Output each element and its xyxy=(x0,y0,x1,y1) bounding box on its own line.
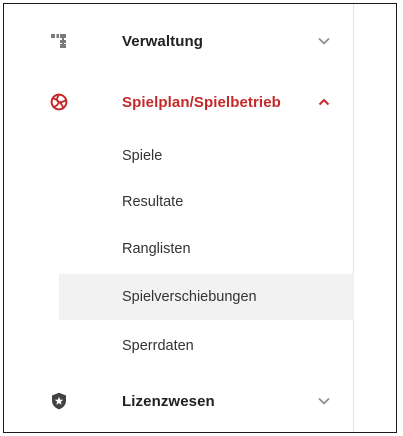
shield-star-icon xyxy=(50,392,68,410)
sidebar-item-label: Spielverschiebungen xyxy=(122,289,257,305)
volleyball-icon xyxy=(50,93,68,111)
nav-section-label: Verwaltung xyxy=(122,32,204,50)
nav-section-label: Spielplan/Spielbetrieb xyxy=(122,93,281,111)
sidebar-item-label: Spiele xyxy=(122,148,163,164)
sidebar-item-resultate[interactable]: Resultate xyxy=(59,179,354,225)
sidebar-nav: Verwaltung Spielplan/Spielbetrieb Spiele… xyxy=(4,4,354,432)
sidebar-item-label: Resultate xyxy=(122,194,184,210)
sidebar-item-spiele[interactable]: Spiele xyxy=(59,133,354,179)
sidebar-item-label: Sperrdaten xyxy=(122,338,194,354)
chevron-up-icon[interactable] xyxy=(317,97,331,107)
nav-section-spielplan[interactable]: Spielplan/Spielbetrieb xyxy=(4,77,354,127)
chevron-down-icon[interactable] xyxy=(317,36,331,46)
sidebar-item-spielverschiebungen[interactable]: Spielverschiebungen xyxy=(59,274,354,320)
nav-section-label: Lizenzwesen xyxy=(122,392,215,410)
chevron-down-icon[interactable] xyxy=(317,396,331,406)
app-frame: Verwaltung Spielplan/Spielbetrieb Spiele… xyxy=(3,3,397,433)
sidebar-item-label: Ranglisten xyxy=(122,241,191,257)
nav-section-verwaltung[interactable]: Verwaltung xyxy=(4,16,354,66)
sidebar-item-sperrdaten[interactable]: Sperrdaten xyxy=(59,323,354,369)
sidebar-item-ranglisten[interactable]: Ranglisten xyxy=(59,226,354,272)
org-chart-icon xyxy=(50,32,68,50)
nav-section-lizenzwesen[interactable]: Lizenzwesen xyxy=(4,376,354,426)
